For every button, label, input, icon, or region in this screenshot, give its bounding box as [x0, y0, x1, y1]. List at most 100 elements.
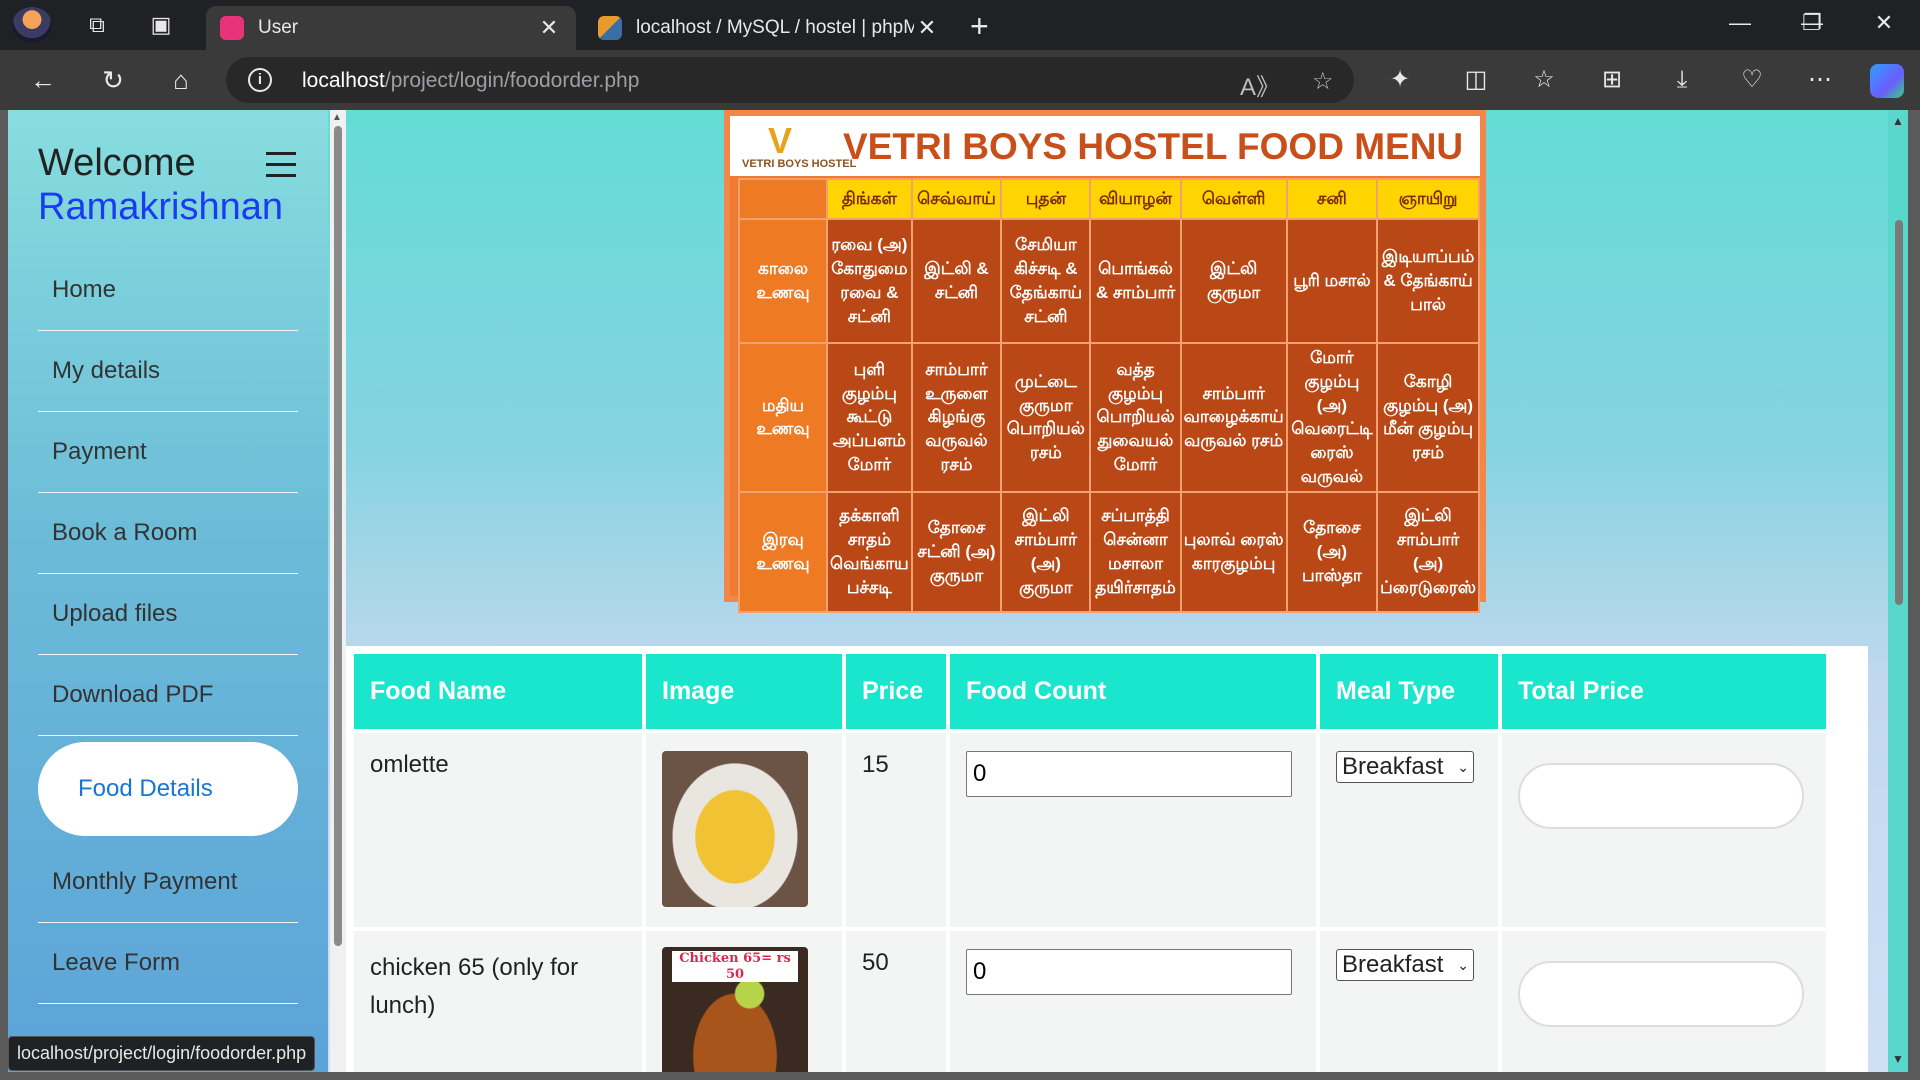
menu-grid: திங்கள் செவ்வாய் புதன் வியாழன் வெள்ளி சன…	[737, 178, 1480, 613]
restore-icon[interactable]: ❐	[1792, 10, 1832, 40]
menu-title: VETRI BOYS HOSTEL FOOD MENU	[843, 126, 1464, 167]
back-arrow-icon[interactable]: ←	[26, 63, 60, 97]
total-price-field[interactable]	[1518, 961, 1804, 1027]
hostel-logo: V VETRI BOYS HOSTEL	[742, 120, 857, 170]
sidebar-item-payment[interactable]: Payment	[38, 412, 298, 493]
status-bar-url: localhost/project/login/foodorder.php	[8, 1036, 316, 1071]
header-total-price: Total Price	[1502, 654, 1826, 729]
tab-user[interactable]: User ✕	[206, 6, 576, 50]
tab-phpmyadmin[interactable]: localhost / MySQL / hostel | phpM ✕	[584, 6, 954, 50]
sidebar-item-my-details[interactable]: My details	[38, 331, 298, 412]
main-scroll-thumb[interactable]	[1895, 220, 1903, 605]
new-tab-plus-icon[interactable]: +	[970, 8, 989, 45]
welcome-text: Welcome	[38, 142, 196, 184]
sidebar-item-home[interactable]: Home	[38, 250, 298, 331]
favorite-star-icon[interactable]: ☆	[1312, 67, 1334, 96]
username: Ramakrishnan	[38, 186, 283, 228]
split-screen-icon[interactable]: ◫	[1460, 64, 1492, 96]
day-cell: வியாழன்	[1089, 178, 1182, 220]
tab-actions-icon[interactable]: ▣	[148, 12, 174, 38]
profile-avatar[interactable]	[12, 7, 52, 43]
close-icon[interactable]: ✕	[914, 15, 940, 41]
favorites-icon[interactable]: ☆	[1528, 64, 1560, 96]
table-row: chicken 65 (only for lunch) Chicken 65= …	[354, 931, 1826, 1072]
scroll-up-arrow-icon: ▲	[332, 112, 342, 123]
tab-bar: ⧉ ▣ User ✕ localhost / MySQL / hostel | …	[0, 0, 1920, 50]
tab-title: User	[258, 17, 299, 38]
page: Welcome Ramakrishnan Home My details Pay…	[8, 110, 1908, 1072]
food-cell: ரவை (அ) கோதுமை ரவை & சட்னி	[826, 218, 913, 344]
workspaces-icon[interactable]: ⧉	[84, 12, 110, 38]
food-cell: இட்லி & சட்னி	[910, 218, 1003, 344]
read-aloud-icon[interactable]: A》	[1240, 67, 1280, 102]
scroll-down-arrow-icon[interactable]: ▼	[1892, 1052, 1904, 1066]
food-cell: புலாவ் ரைஸ் காரகுழம்பு	[1179, 490, 1288, 613]
day-cell: திங்கள்	[826, 178, 913, 220]
viewport: Welcome Ramakrishnan Home My details Pay…	[0, 110, 1920, 1080]
food-cell: தோசை (அ) பாஸ்தா	[1285, 490, 1379, 613]
food-cell: புளி குழம்பு கூட்டு அப்பளம் மோர்	[826, 342, 913, 493]
downloads-icon[interactable]: ⤓	[1666, 64, 1698, 96]
total-price-field[interactable]	[1518, 763, 1804, 829]
table-row: omlette 15 Breakfast⌄	[354, 733, 1826, 927]
header-price: Price	[846, 654, 946, 729]
omelette-image	[662, 751, 808, 907]
url-text[interactable]: localhost/project/login/foodorder.php	[302, 69, 639, 93]
food-cell: பூரி மசால்	[1285, 218, 1379, 344]
sidebar-item-leave-form[interactable]: Leave Form	[38, 923, 298, 1004]
scroll-up-arrow-icon[interactable]: ▲	[1892, 114, 1904, 128]
close-icon[interactable]: ✕	[536, 15, 562, 41]
day-cell: ஞாயிறு	[1376, 178, 1480, 220]
meal-cell: மதிய உணவு	[737, 342, 829, 493]
sidebar-item-book-room[interactable]: Book a Room	[38, 493, 298, 574]
home-icon[interactable]: ⌂	[164, 63, 198, 97]
main-scrollbar[interactable]: ▲ ▼	[1888, 110, 1908, 1072]
chicken-65-image: Chicken 65= rs 50	[662, 947, 808, 1072]
food-cell: வத்த குழம்பு பொறியல் துவையல் மோர்	[1089, 342, 1182, 493]
url-bar[interactable]: i localhost/project/login/foodorder.php …	[226, 57, 1354, 103]
collections-icon[interactable]: ⊞	[1596, 64, 1628, 96]
refresh-icon[interactable]: ↻	[96, 63, 130, 97]
sidebar-item-download-pdf[interactable]: Download PDF	[38, 655, 298, 736]
tab-title: localhost / MySQL / hostel | phpM	[636, 17, 914, 38]
food-cell: தோசை சட்னி (அ) குருமா	[910, 490, 1003, 613]
extensions-icon[interactable]: ✦	[1384, 64, 1416, 96]
food-cell: தக்காளி சாதம் வெங்காய பச்சடி	[826, 490, 913, 613]
sidebar-menu: Home My details Payment Book a Room Uplo…	[38, 250, 298, 1004]
food-price: 15	[846, 733, 946, 927]
sidebar-scroll-thumb[interactable]	[334, 126, 342, 946]
sidebar: Welcome Ramakrishnan Home My details Pay…	[8, 110, 328, 1072]
meal-type-select[interactable]: Breakfast ⌄	[1336, 751, 1474, 783]
food-cell: இட்லி சாம்பார் (அ) ப்ரைடுரைஸ்	[1376, 490, 1480, 613]
sidebar-item-food-details[interactable]: Food Details	[38, 742, 298, 836]
food-cell: சாம்பார் உருளை கிழங்கு வருவல் ரசம்	[910, 342, 1003, 493]
food-cell: பொங்கல் & சாம்பார்	[1089, 218, 1182, 344]
food-count-input[interactable]	[966, 751, 1292, 797]
header-meal-type: Meal Type	[1320, 654, 1498, 729]
menu-header: V VETRI BOYS HOSTEL VETRI BOYS HOSTEL FO…	[730, 116, 1480, 176]
food-cell: சாம்பார் வாழைக்காய் வருவல் ரசம்	[1179, 342, 1288, 493]
food-cell: இட்லி சாம்பார் (அ) குருமா	[1000, 490, 1092, 613]
meal-cell: காலை உணவு	[737, 218, 829, 344]
minimize-icon[interactable]: —	[1720, 10, 1760, 40]
food-cell: இட்லி குருமா	[1179, 218, 1288, 344]
food-cell: முட்டை குருமா பொறியல் ரசம்	[1000, 342, 1092, 493]
copilot-icon[interactable]	[1870, 64, 1904, 98]
food-cell: சேமியா கிச்சடி & தேங்காய் சட்னி	[1000, 218, 1092, 344]
hamburger-menu-icon[interactable]	[266, 152, 296, 185]
food-price: 50	[846, 931, 946, 1072]
food-name: omlette	[354, 733, 642, 927]
food-table-container: Food Name Image Price Food Count Meal Ty…	[346, 646, 1868, 1072]
sidebar-item-upload-files[interactable]: Upload files	[38, 574, 298, 655]
app-favicon-icon	[220, 16, 244, 40]
food-count-input[interactable]	[966, 949, 1292, 995]
food-cell: மோர் குழம்பு (அ) வெரைட்டி ரைஸ் வருவல்	[1285, 342, 1379, 493]
close-window-icon[interactable]: ✕	[1864, 10, 1904, 40]
browser-essentials-icon[interactable]: ♡	[1736, 64, 1768, 96]
meal-type-select[interactable]: Breakfast ⌄	[1336, 949, 1474, 981]
food-cell: சப்பாத்தி சென்னா மசாலா தயிர்சாதம்	[1089, 490, 1182, 613]
more-options-icon[interactable]: ⋯	[1804, 64, 1836, 96]
sidebar-scrollbar[interactable]: ▲	[330, 110, 346, 1072]
site-info-icon[interactable]: i	[248, 68, 272, 92]
sidebar-item-monthly-payment[interactable]: Monthly Payment	[38, 842, 298, 923]
